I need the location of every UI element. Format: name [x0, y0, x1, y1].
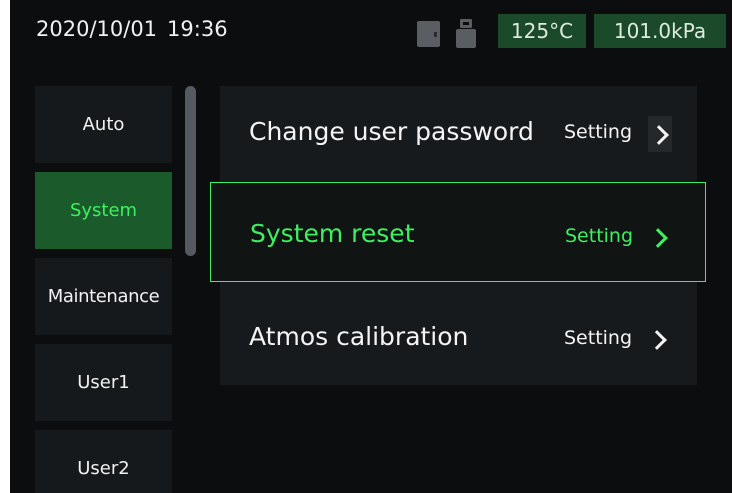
chevron-right-icon[interactable]	[648, 228, 668, 248]
setting-link[interactable]: Setting	[565, 225, 633, 247]
usb-drive-icon	[456, 19, 476, 48]
menu-row-system-reset[interactable]: System reset Setting	[210, 182, 706, 282]
setting-link[interactable]: Setting	[564, 327, 632, 349]
menu-row-label: Atmos calibration	[249, 322, 469, 351]
date-text: 2020/10/01	[36, 17, 158, 41]
menu-row-atmos-calibration[interactable]: Atmos calibration Setting	[210, 288, 706, 388]
sidebar-scrollbar[interactable]	[185, 86, 196, 256]
pressure-badge: 101.0kPa	[594, 14, 726, 48]
sidebar-item-user2[interactable]: User2	[35, 430, 172, 493]
menu-row-label: System reset	[250, 219, 415, 248]
setting-link[interactable]: Setting	[564, 121, 632, 143]
date-time: 2020/10/01 19:36	[36, 17, 228, 41]
device-screen: 2020/10/01 19:36 125°C 101.0kPa Auto Syst…	[10, 0, 732, 493]
temperature-badge: 125°C	[498, 14, 586, 48]
sidebar-item-maintenance[interactable]: Maintenance	[35, 258, 172, 335]
sidebar-item-system[interactable]: System	[35, 172, 172, 249]
status-bar: 2020/10/01 19:36 125°C 101.0kPa	[10, 0, 732, 66]
chevron-right-icon[interactable]	[647, 330, 667, 350]
sidebar-item-user1[interactable]: User1	[35, 344, 172, 421]
time-text: 19:36	[167, 17, 228, 41]
menu-row-label: Change user password	[249, 117, 534, 146]
menu-row-change-user-password[interactable]: Change user password Setting	[210, 84, 706, 184]
sidebar-item-auto[interactable]: Auto	[35, 86, 172, 163]
sd-card-icon	[417, 21, 440, 47]
